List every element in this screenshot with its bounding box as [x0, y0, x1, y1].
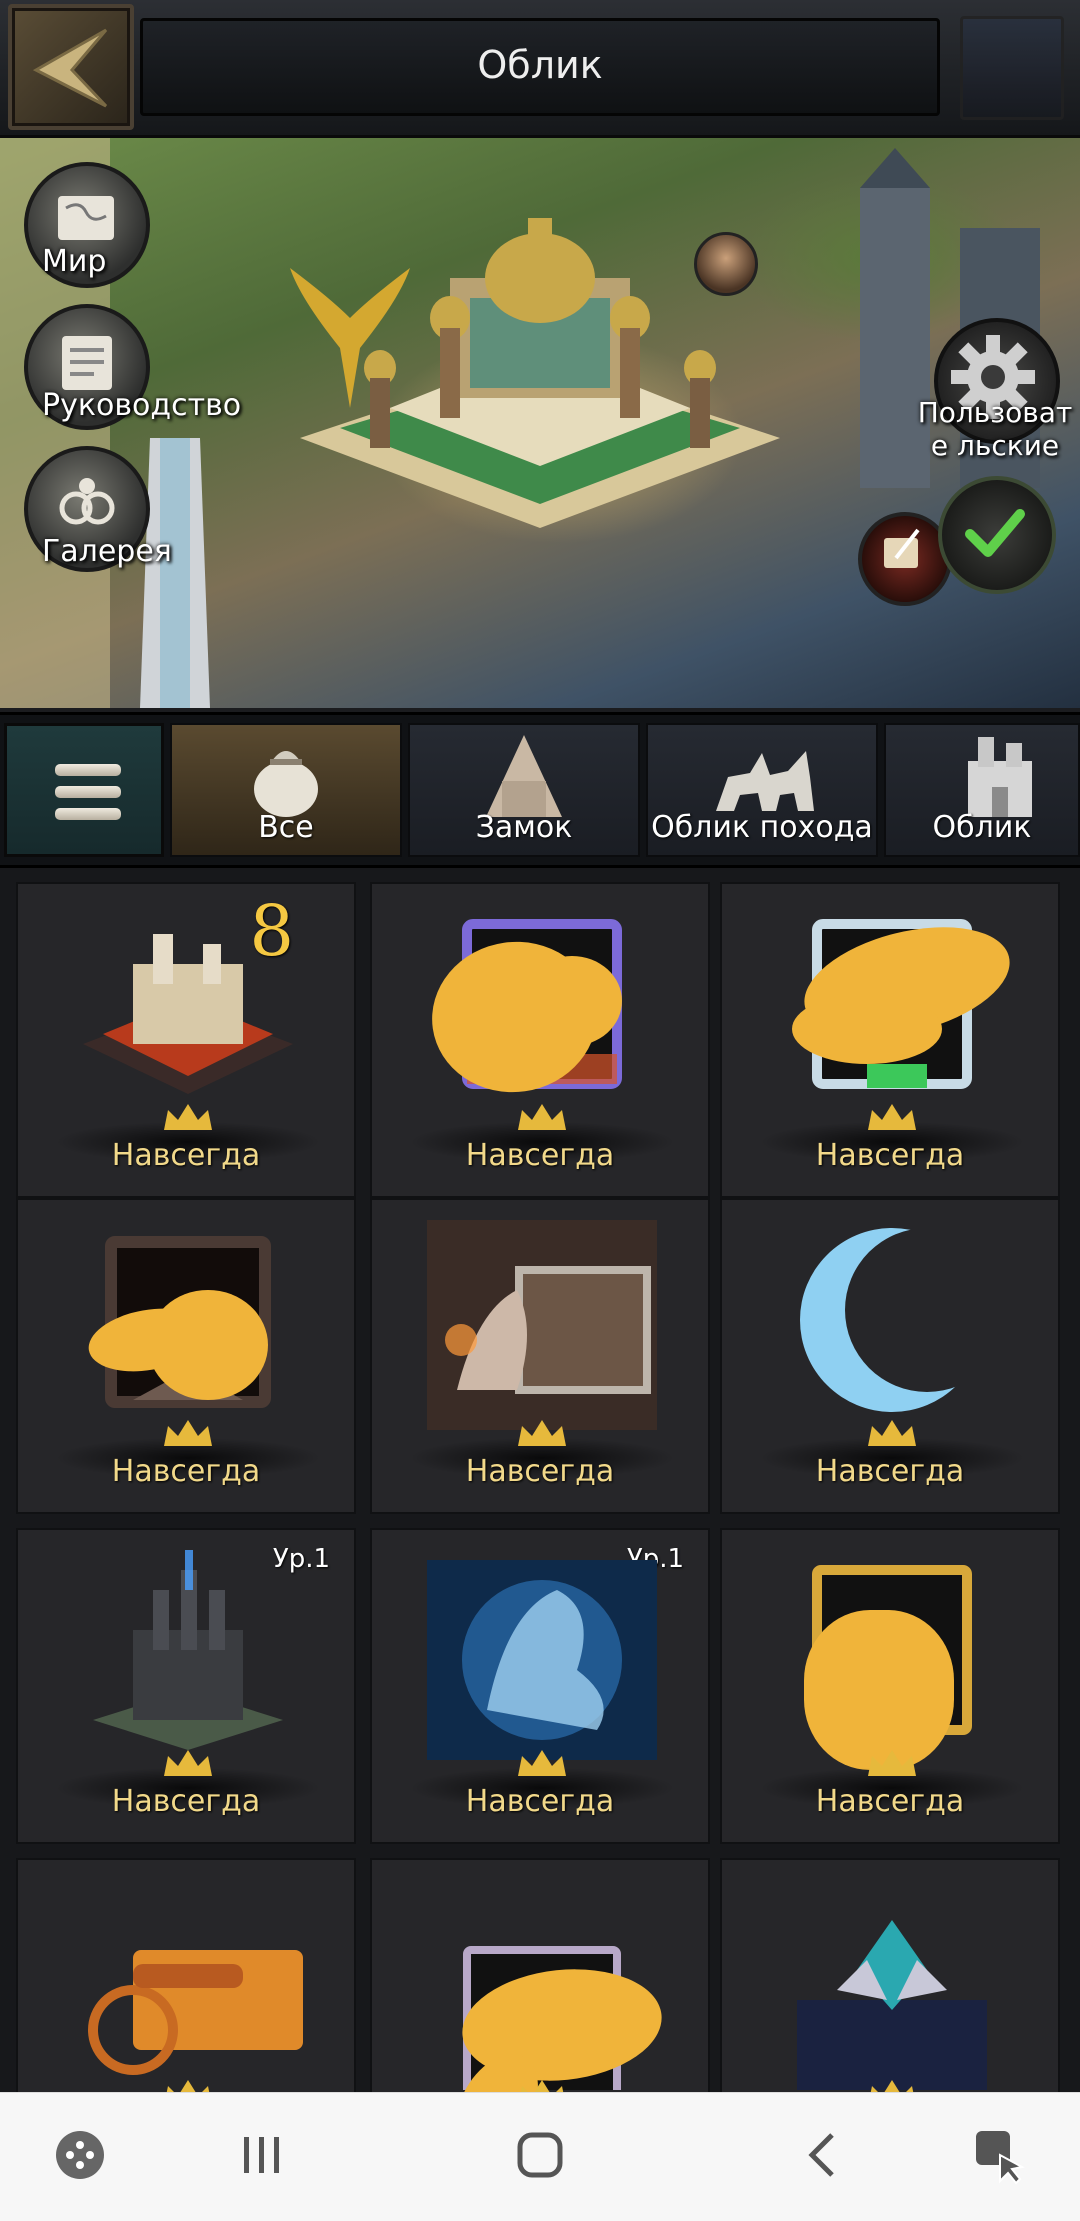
- skin-item[interactable]: [370, 1858, 710, 2092]
- top-bar: Облик: [0, 0, 1080, 138]
- menu-icon: [55, 764, 121, 776]
- crown-icon: [518, 1750, 566, 1776]
- world-label: Мир: [42, 244, 107, 279]
- crown-icon: [868, 1750, 916, 1776]
- crystal-banner-image: [797, 1920, 987, 2090]
- recent-apps-icon[interactable]: [240, 2127, 284, 2183]
- confirm-button[interactable]: [938, 476, 1056, 594]
- building-icon: [968, 737, 1032, 817]
- tab-skin[interactable]: Облик: [884, 723, 1080, 857]
- skin-item[interactable]: Ур.1 Навсегда: [16, 1528, 356, 1844]
- skin-item[interactable]: Навсегда: [720, 882, 1060, 1198]
- ice-dragon-image: [427, 1560, 657, 1760]
- item-duration: Навсегда: [465, 1138, 615, 1173]
- menu-icon-bar: [55, 786, 121, 798]
- crown-icon: [870, 2080, 914, 2092]
- back-button[interactable]: [8, 4, 134, 130]
- redaction-mark: [148, 1290, 268, 1400]
- skin-item[interactable]: Навсегда: [720, 1198, 1060, 1514]
- crown-icon: [520, 2080, 564, 2092]
- tier-badge: 8: [249, 890, 294, 972]
- home-icon[interactable]: [512, 2127, 568, 2183]
- item-duration: Навсегда: [815, 1784, 965, 1819]
- crown-icon: [166, 2080, 210, 2092]
- game-launcher-icon[interactable]: [52, 2127, 108, 2183]
- crescent-moon-image: [800, 1228, 984, 1412]
- redaction-mark: [792, 994, 942, 1064]
- item-duration: Навсегда: [465, 1454, 615, 1489]
- avatar[interactable]: [694, 232, 758, 296]
- check-icon: [965, 509, 1025, 557]
- skin-item[interactable]: [16, 1858, 356, 2092]
- golden-eagle-statue: [290, 268, 410, 408]
- crown-icon: [518, 1104, 566, 1130]
- castle-preview: Мир Руководство Галерея Пользовате льски…: [0, 138, 1080, 708]
- march-icon: [716, 751, 814, 811]
- skin-item[interactable]: Навсегда: [370, 882, 710, 1198]
- menu-button[interactable]: [4, 723, 164, 857]
- skin-item[interactable]: Ур.1 Навсегда: [370, 1528, 710, 1844]
- item-duration: Навсегда: [815, 1138, 965, 1173]
- system-nav-bar: [0, 2092, 1080, 2221]
- quill-scroll-icon: [884, 528, 920, 568]
- redaction-mark: [522, 956, 622, 1046]
- category-tabs: Все Замок Облик похода Облик: [0, 712, 1080, 868]
- crown-icon: [164, 1750, 212, 1776]
- page-title: Облик: [477, 43, 603, 87]
- cannon-nameplate-image: [88, 1950, 303, 2075]
- nameplate-image: [427, 1220, 657, 1430]
- tab-march-skin[interactable]: Облик похода: [646, 723, 878, 857]
- back-icon[interactable]: [800, 2127, 844, 2183]
- gallery-icon: [59, 478, 115, 525]
- tab-march-skin-label: Облик похода: [651, 810, 873, 845]
- crown-icon: [868, 1104, 916, 1130]
- crown-icon: [518, 1420, 566, 1446]
- tab-castle[interactable]: Замок: [408, 723, 640, 857]
- bag-icon: [254, 751, 318, 817]
- back-arrow-icon: [32, 28, 108, 108]
- crown-icon: [868, 1420, 916, 1446]
- tab-all[interactable]: Все: [170, 723, 402, 857]
- skin-item[interactable]: Навсегда: [720, 1528, 1060, 1844]
- corner-emblem-button[interactable]: [960, 16, 1064, 120]
- custom-label: Пользовате льские: [917, 396, 1073, 462]
- gallery-label: Галерея: [42, 534, 172, 569]
- tab-castle-label: Замок: [475, 810, 573, 845]
- skin-item[interactable]: 8 Навсегда: [16, 882, 356, 1198]
- item-duration: Навсегда: [111, 1784, 261, 1819]
- tab-all-label: Все: [258, 810, 314, 845]
- crown-icon: [164, 1420, 212, 1446]
- item-duration: Навсегда: [465, 1784, 615, 1819]
- item-duration: Навсегда: [815, 1454, 965, 1489]
- skin-grid: 8 Навсегда Навсегда Навсегда Навсегда На…: [0, 868, 1080, 2092]
- redaction-mark: [804, 1610, 954, 1770]
- menu-icon-bar: [55, 808, 121, 820]
- skin-item[interactable]: Навсегда: [370, 1198, 710, 1514]
- item-duration: Навсегда: [111, 1138, 261, 1173]
- crown-icon: [164, 1104, 212, 1130]
- skin-item[interactable]: Навсегда: [16, 1198, 356, 1514]
- item-duration: Навсегда: [111, 1454, 261, 1489]
- tab-skin-label: Облик: [932, 810, 1032, 845]
- dark-castle-image: [93, 1550, 283, 1750]
- castle-icon: [486, 735, 562, 817]
- skin-item[interactable]: [720, 1858, 1060, 2092]
- assistant-icon[interactable]: [970, 2127, 1030, 2187]
- guide-label: Руководство: [42, 388, 242, 423]
- title-bar: Облик: [140, 18, 940, 116]
